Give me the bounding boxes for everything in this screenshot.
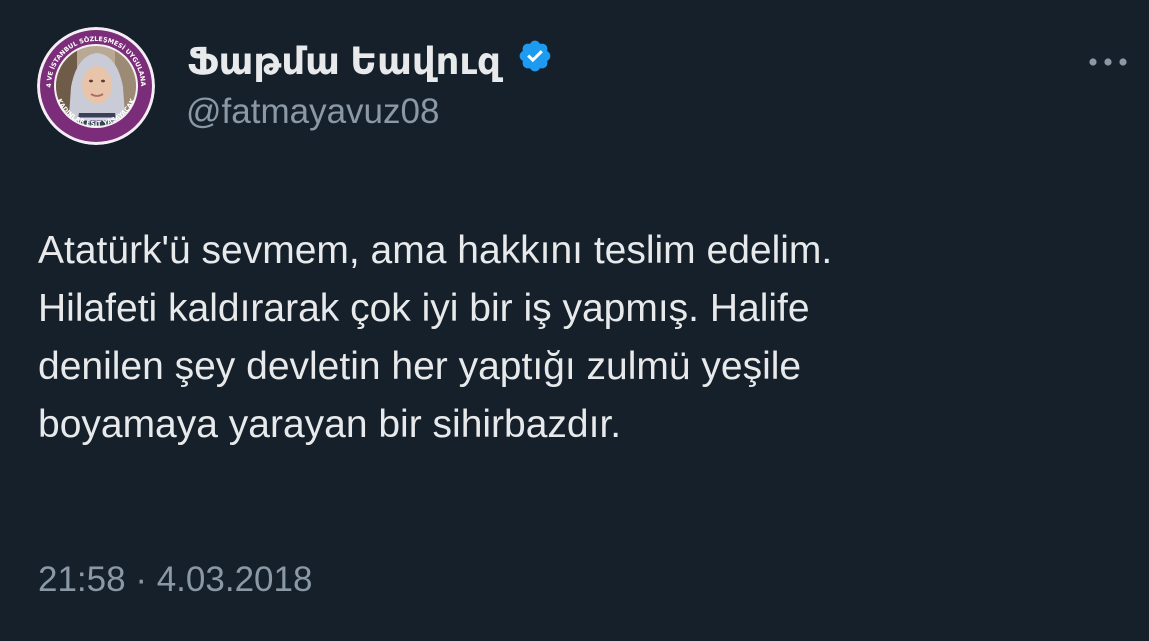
tweet-text-line: Atatürk'ü sevmem, ama hakkını teslim ede… xyxy=(38,229,833,272)
tweet-text: Atatürk'ü sevmem, ama hakkını teslim ede… xyxy=(38,222,1118,454)
tweet-text-line: boyamaya yarayan bir sihirbazdır. xyxy=(38,403,622,446)
tweet-text-line: Hilafeti kaldırarak çok iyi bir iş yapmı… xyxy=(38,287,810,330)
avatar-image: 6284 VE İSTANBUL SÖZLEŞMESİ UYGULANACAK … xyxy=(37,27,155,145)
more-options-icon[interactable] xyxy=(1086,52,1130,72)
tweet-date[interactable]: 4.03.2018 xyxy=(157,560,313,599)
user-handle[interactable]: @fatmayavuz08 xyxy=(186,90,439,134)
tweet-text-line: denilen şey devletin her yaptığı zulmü y… xyxy=(38,345,802,388)
tweet-time[interactable]: 21:58 xyxy=(38,560,126,599)
tweet-timestamp[interactable]: 21:58 · 4.03.2018 xyxy=(38,556,312,604)
tweet-card: 6284 VE İSTANBUL SÖZLEŞMESİ UYGULANACAK … xyxy=(0,0,1149,641)
avatar[interactable]: 6284 VE İSTANBUL SÖZLEŞMESİ UYGULANACAK … xyxy=(37,27,155,145)
display-name[interactable]: Ֆաթմա Եավուզ xyxy=(187,40,553,87)
verified-badge-icon xyxy=(517,38,553,84)
timestamp-separator: · xyxy=(135,560,147,599)
display-name-text[interactable]: Ֆաթմա Եավուզ xyxy=(187,41,501,82)
